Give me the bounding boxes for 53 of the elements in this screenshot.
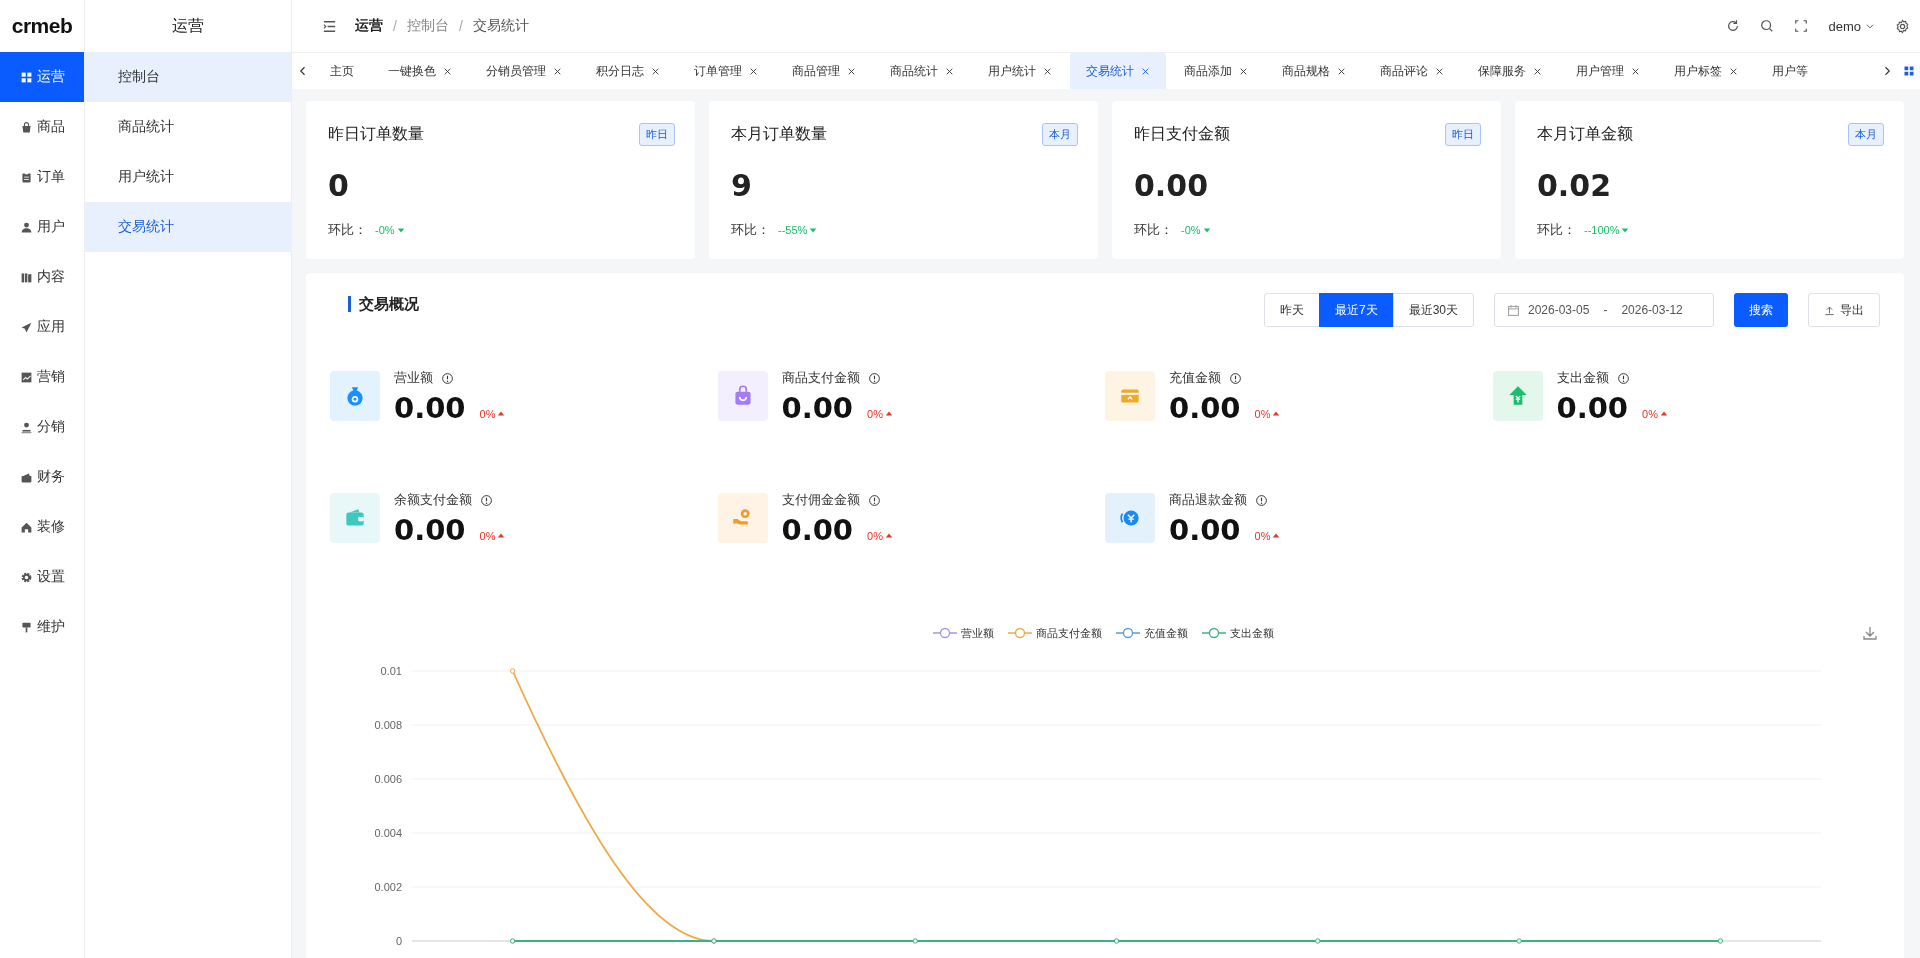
metric-value: 0.00 [781, 513, 854, 547]
metric-label: 支付佣金金额 [781, 491, 860, 509]
change-indicator: --100% [1584, 224, 1630, 236]
metric-value: 0.00 [1556, 391, 1629, 425]
y-axis-label: 0.002 [374, 881, 402, 893]
y-axis-label: 0 [395, 935, 402, 947]
metric-label: 支出金额 [1556, 369, 1609, 387]
change-indicator: 0% [867, 530, 893, 542]
metric-label: 商品退款金额 [1169, 491, 1247, 509]
metric-value: 0.00 [1169, 513, 1241, 547]
metric-value: 0.00 [394, 513, 466, 547]
card-value: 0.02 [1537, 168, 1613, 203]
change-indicator: 0% [867, 408, 893, 420]
section-title: 交易概况 [348, 296, 419, 312]
metric-value: 0.00 [394, 391, 466, 425]
compare-label: 环比： [731, 221, 770, 239]
card-value: 0.00 [1134, 168, 1210, 203]
card-title: 本月订单数量 [731, 124, 827, 144]
y-axis-label: 0.008 [374, 719, 402, 731]
compare-label: 环比： [328, 221, 367, 239]
card-value: 0 [328, 168, 350, 203]
change-indicator: -0% [1181, 224, 1211, 236]
metric-label: 商品支付金额 [781, 369, 860, 387]
compare-label: 环比： [1134, 221, 1173, 239]
compare-label: 环比： [1537, 221, 1576, 239]
change-indicator: 0% [479, 408, 506, 420]
breadcrumb-item: 交易统计 [472, 17, 529, 35]
period-tag: 本月 [1848, 123, 1884, 146]
period-tag: 昨日 [1445, 123, 1481, 146]
metric-label: 余额支付金额 [394, 491, 472, 509]
period-tag: 本月 [1042, 123, 1078, 146]
card-title: 昨日订单数量 [328, 124, 424, 144]
breadcrumb-separator: / [393, 18, 397, 34]
change-indicator: -0% [375, 224, 405, 236]
card-title: 昨日支付金额 [1134, 124, 1230, 144]
submenu-title: 运营 [171, 15, 205, 36]
metric-value: 0.00 [781, 391, 854, 425]
change-indicator: --55% [778, 224, 818, 236]
change-indicator: 0% [1254, 530, 1281, 542]
metric-value: 0.00 [1169, 391, 1241, 425]
change-indicator: 0% [1254, 408, 1281, 420]
y-axis-label: 0.01 [380, 665, 402, 677]
logo: crmeb [10, 13, 74, 39]
y-axis-label: 0.004 [374, 827, 402, 839]
change-indicator: 0% [479, 530, 506, 542]
period-tag: 昨日 [639, 123, 675, 146]
change-indicator: 0% [1642, 408, 1668, 420]
card-value: 9 [731, 168, 753, 203]
metric-label: 营业额 [394, 369, 433, 387]
y-axis-label: 0.006 [374, 773, 402, 785]
breadcrumb-separator: / [458, 18, 463, 34]
card-title: 本月订单金额 [1537, 124, 1633, 144]
metric-label: 充值金额 [1169, 369, 1221, 387]
